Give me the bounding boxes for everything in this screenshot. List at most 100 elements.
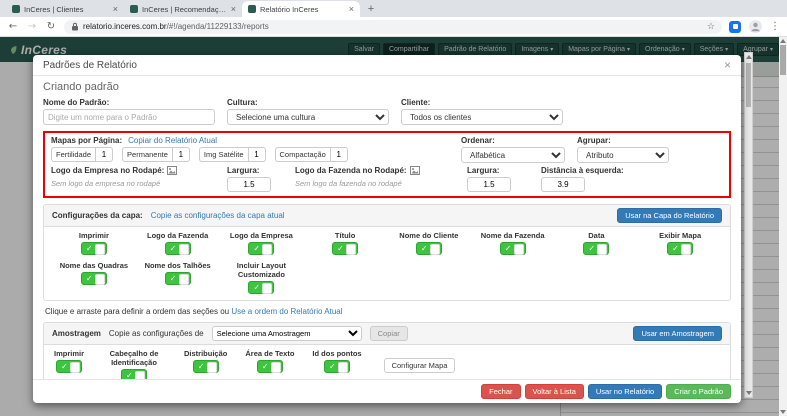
profile-avatar-icon[interactable] bbox=[749, 20, 762, 33]
scroll-up-icon[interactable] bbox=[780, 39, 786, 43]
page: InCeres Salvar Compartilhar Padrão de Re… bbox=[0, 37, 787, 416]
pattern-form: Nome do Padrão: Cultura: Selecione uma c… bbox=[43, 98, 731, 125]
img-satelite-input[interactable] bbox=[247, 147, 266, 162]
tab-inceres-recomendacao[interactable]: InCeres | Recomendação bbox=[124, 1, 242, 17]
copiar-capa-atual-link[interactable]: Copie as configurações da capa atual bbox=[151, 211, 285, 220]
scrollbar-thumb[interactable] bbox=[780, 45, 786, 75]
toggle-titulo[interactable] bbox=[332, 242, 359, 255]
padroes-relatorio-modal: Padrões de Relatório Criando padrão Nome… bbox=[33, 55, 741, 403]
browser-menu-icon[interactable] bbox=[770, 21, 780, 32]
mapas-por-pagina-section: Mapas por Página: Copiar do Relatório At… bbox=[43, 131, 731, 198]
toggle-label: Logo da Empresa bbox=[229, 231, 293, 240]
ordenar-select[interactable]: Alfabética bbox=[461, 147, 565, 163]
toggle-id-dos-pontos[interactable] bbox=[323, 360, 350, 373]
toggle-cabecalho-identificacao[interactable] bbox=[121, 369, 148, 379]
voltar-a-lista-button[interactable]: Voltar à Lista bbox=[524, 384, 584, 399]
fertilidade-input[interactable] bbox=[95, 147, 114, 162]
modal-footer: Fechar Voltar à Lista Usar no Relatório … bbox=[33, 379, 741, 403]
cliente-select[interactable]: Todos os clientes bbox=[401, 109, 563, 125]
toggle-label: Área de Texto bbox=[245, 349, 295, 358]
fechar-button[interactable]: Fechar bbox=[481, 384, 521, 399]
scrollbar-track[interactable] bbox=[745, 61, 752, 389]
amostragem-select[interactable]: Selecione uma Amostragem bbox=[211, 326, 362, 341]
browser-window: InCeres | Clientes InCeres | Recomendaçã… bbox=[0, 0, 787, 416]
permanente-field: Permanente bbox=[122, 147, 190, 162]
largura-fazenda-input[interactable] bbox=[467, 177, 511, 192]
scrollbar-track[interactable] bbox=[779, 45, 787, 408]
toggle-nome-dos-talhoes[interactable] bbox=[164, 272, 191, 285]
configurar-mapa-button[interactable]: Configurar Mapa bbox=[383, 358, 456, 373]
fertilidade-label: Fertilidade bbox=[51, 147, 96, 162]
close-tab-icon[interactable] bbox=[231, 5, 236, 14]
compactacao-field: Compactação bbox=[274, 147, 348, 162]
toggle-nome-das-quadras[interactable] bbox=[80, 272, 107, 285]
tab-inceres-clientes[interactable]: InCeres | Clientes bbox=[6, 1, 124, 17]
tab-title: InCeres | Recomendação bbox=[142, 4, 227, 14]
cultura-label: Cultura: bbox=[227, 98, 258, 107]
largura-empresa-input[interactable] bbox=[227, 177, 271, 192]
toggle-label: Nome do Cliente bbox=[399, 231, 459, 240]
new-tab-button[interactable] bbox=[364, 2, 378, 16]
distancia-esquerda-label: Distância à esquerda: bbox=[541, 166, 624, 175]
scroll-down-icon[interactable] bbox=[780, 410, 786, 414]
toolbar-actions bbox=[729, 20, 780, 33]
logo-empresa-rodape-label: Logo da Empresa no Rodapé: bbox=[51, 166, 219, 175]
image-icon[interactable] bbox=[167, 166, 178, 175]
scroll-up-icon[interactable] bbox=[745, 55, 752, 59]
criar-o-padrao-button[interactable]: Criar o Padrão bbox=[666, 384, 731, 399]
forward-icon[interactable] bbox=[26, 21, 38, 33]
tab-strip: InCeres | Clientes InCeres | Recomendaçã… bbox=[0, 0, 787, 17]
permanente-input[interactable] bbox=[171, 147, 190, 162]
amostragem-title: Amostragem bbox=[52, 329, 101, 338]
scroll-down-icon[interactable] bbox=[745, 391, 752, 395]
copiar-relatorio-atual-link[interactable]: Copiar do Relatório Atual bbox=[128, 136, 217, 145]
toggle-label: Nome das Quadras bbox=[59, 261, 129, 270]
usar-capa-relatorio-button[interactable]: Usar na Capa do Relatório bbox=[617, 208, 722, 223]
toggle-label: Imprimir bbox=[78, 231, 109, 240]
usar-no-relatorio-button[interactable]: Usar no Relatório bbox=[587, 384, 663, 399]
toggle-imprimir[interactable] bbox=[80, 242, 107, 255]
toggle-label: Nome dos Talhões bbox=[144, 261, 211, 270]
toggle-amostragem-imprimir[interactable] bbox=[56, 360, 82, 373]
ordenar-label: Ordenar: bbox=[461, 136, 495, 145]
distancia-esquerda-input[interactable] bbox=[541, 177, 585, 192]
url-text: relatorio.inceres.com.br/#!/agenda/11229… bbox=[83, 22, 269, 31]
toggle-nome-da-fazenda[interactable] bbox=[499, 242, 526, 255]
usar-ordem-relatorio-link[interactable]: Use a ordem do Relatório Atual bbox=[231, 307, 342, 316]
toggle-logo-da-empresa[interactable] bbox=[248, 242, 275, 255]
image-icon[interactable] bbox=[409, 166, 420, 175]
logo-fazenda-placeholder: Sem logo da fazenda no rodapé bbox=[295, 179, 402, 188]
logo-empresa-placeholder: Sem logo da empresa no rodapé bbox=[51, 179, 161, 188]
lock-icon[interactable] bbox=[71, 22, 79, 31]
extension-icon[interactable] bbox=[729, 20, 741, 33]
close-tab-icon[interactable] bbox=[113, 5, 118, 14]
toggle-nome-do-cliente[interactable] bbox=[415, 242, 442, 255]
tab-relatorio-inceres[interactable]: Relatório InCeres bbox=[242, 1, 360, 17]
compactacao-input[interactable] bbox=[329, 147, 348, 162]
refresh-icon[interactable] bbox=[45, 21, 57, 33]
usar-em-amostragem-button[interactable]: Usar em Amostragem bbox=[633, 326, 722, 341]
toggle-exibir-mapa[interactable] bbox=[667, 242, 694, 255]
toggle-label: Logo da Fazenda bbox=[146, 231, 209, 240]
cultura-select[interactable]: Selecione uma cultura bbox=[227, 109, 389, 125]
tab-title: Relatório InCeres bbox=[260, 4, 319, 14]
copiar-button[interactable]: Copiar bbox=[369, 326, 408, 341]
modal-header: Padrões de Relatório bbox=[33, 55, 741, 76]
close-icon[interactable] bbox=[724, 59, 731, 71]
browser-toolbar: relatorio.inceres.com.br/#!/agenda/11229… bbox=[0, 17, 787, 37]
close-tab-icon[interactable] bbox=[349, 5, 354, 14]
scrollbar-thumb[interactable] bbox=[746, 63, 751, 107]
address-bar[interactable]: relatorio.inceres.com.br/#!/agenda/11229… bbox=[64, 19, 722, 34]
inner-scrollbar[interactable] bbox=[744, 52, 753, 398]
toggle-incluir-layout-customizado[interactable] bbox=[248, 281, 275, 294]
toggle-area-de-texto[interactable] bbox=[256, 360, 283, 373]
toggle-data[interactable] bbox=[583, 242, 610, 255]
toggle-distribuicao[interactable] bbox=[192, 360, 219, 373]
agrupar-select[interactable]: Atributo bbox=[577, 147, 669, 163]
back-icon[interactable] bbox=[7, 21, 19, 33]
browser-scrollbar[interactable] bbox=[779, 37, 787, 416]
nome-padrao-input[interactable] bbox=[43, 109, 215, 125]
bookmark-star-icon[interactable] bbox=[707, 22, 715, 32]
toggle-logo-da-fazenda[interactable] bbox=[164, 242, 191, 255]
compactacao-label: Compactação bbox=[274, 147, 330, 162]
